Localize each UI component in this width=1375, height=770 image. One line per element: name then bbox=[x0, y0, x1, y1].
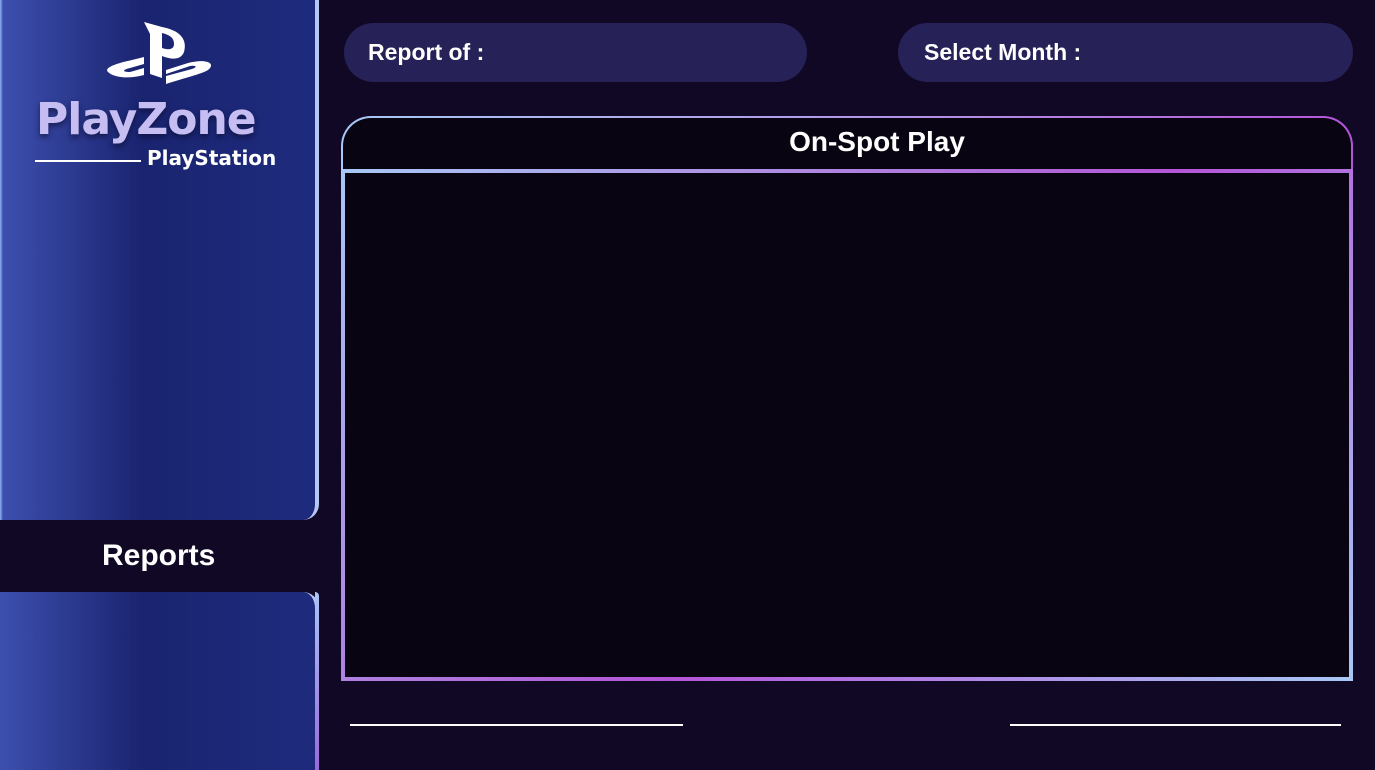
panel-title: On-Spot Play bbox=[789, 126, 965, 157]
footer-divider-right bbox=[1010, 724, 1341, 726]
brand-name: PlayZone bbox=[36, 94, 257, 145]
report-panel bbox=[341, 169, 1353, 681]
footer-divider-left bbox=[350, 724, 683, 726]
select-month-select[interactable]: Select Month : bbox=[898, 23, 1353, 82]
playstation-logo-icon bbox=[107, 22, 212, 84]
report-of-label: Report of : bbox=[368, 39, 485, 65]
brand-divider bbox=[35, 160, 141, 162]
report-of-select[interactable]: Report of : bbox=[344, 23, 807, 82]
sidebar-item-label: Reports bbox=[102, 539, 216, 572]
sidebar-bottom bbox=[0, 592, 319, 770]
brand-subtitle: PlayStation bbox=[147, 146, 277, 170]
report-panel-header: On-Spot Play bbox=[341, 116, 1353, 172]
select-month-label: Select Month : bbox=[924, 39, 1082, 65]
report-content-area bbox=[345, 173, 1349, 677]
sidebar-top: PlayZone PlayStation bbox=[0, 0, 319, 520]
sidebar-item-reports[interactable]: Reports bbox=[28, 520, 328, 592]
